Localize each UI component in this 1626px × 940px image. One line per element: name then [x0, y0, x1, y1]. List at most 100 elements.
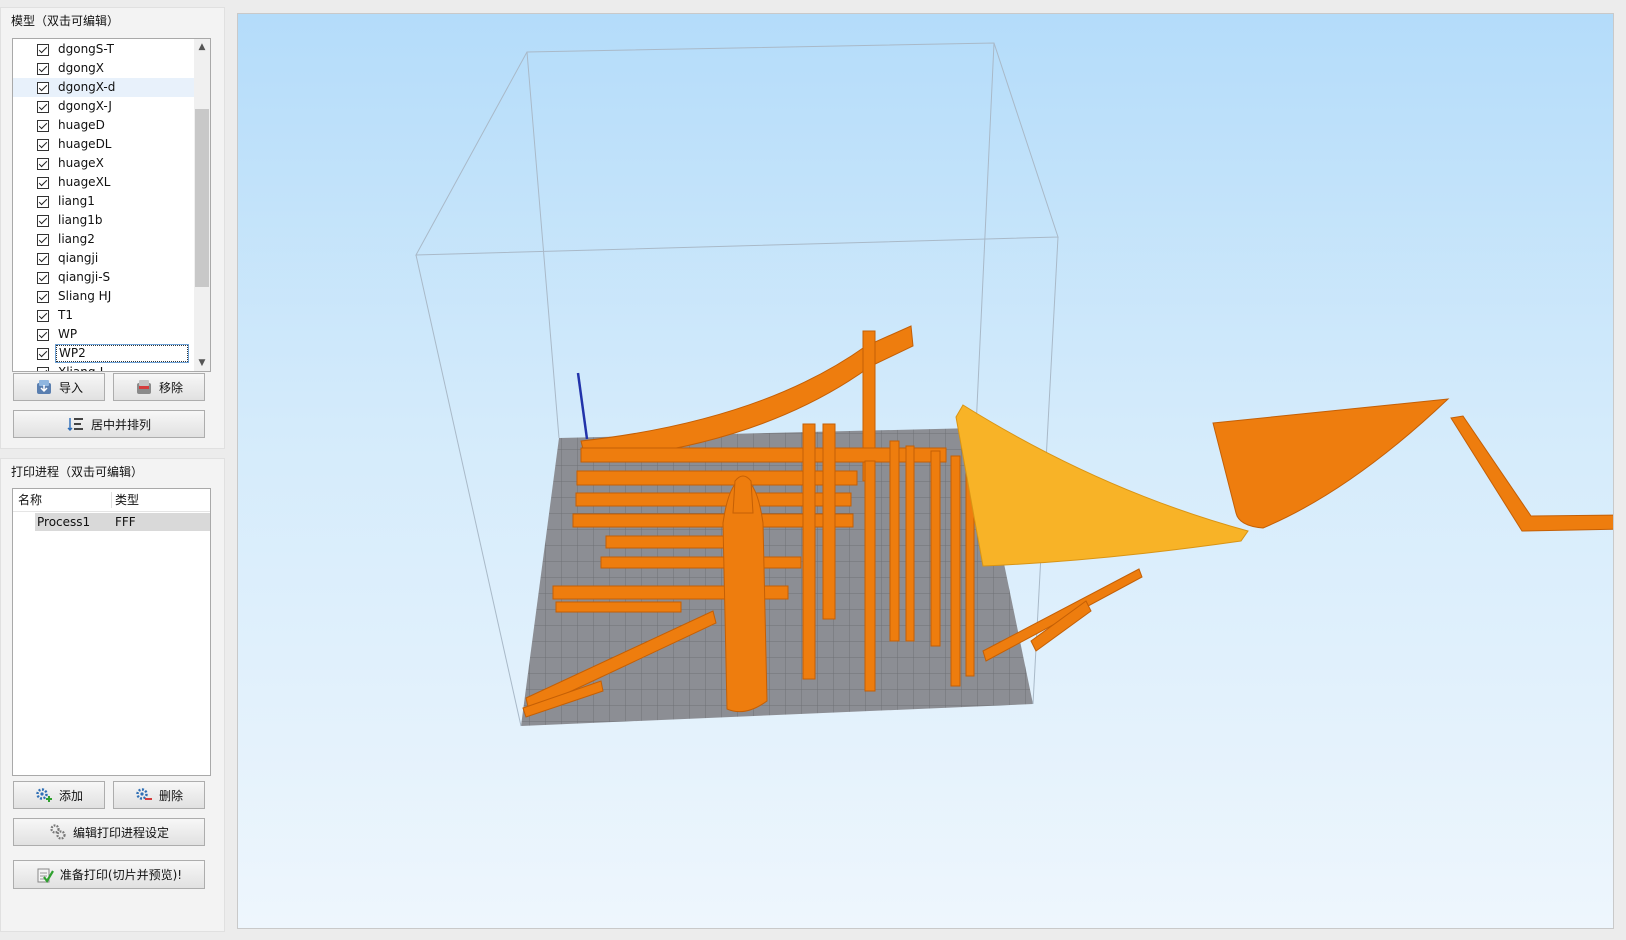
model-visible-checkbox[interactable]	[37, 214, 49, 227]
delete-process-button[interactable]: 删除	[113, 781, 205, 809]
center-arrange-button[interactable]: 居中并排列	[13, 410, 205, 438]
edit-process-settings-label: 编辑打印进程设定	[72, 825, 169, 840]
scroll-down-icon[interactable]: ▼	[194, 355, 210, 371]
horizontal-beam	[600, 556, 802, 569]
model-item[interactable]: T1	[13, 306, 196, 325]
roof-rafter-fan	[1212, 398, 1450, 529]
process-name-cell: Process1	[37, 515, 91, 529]
column-header-type[interactable]: 类型	[115, 489, 139, 511]
model-item[interactable]: qiangji-S	[13, 268, 196, 287]
model-item-label: liang2	[58, 232, 95, 246]
model-visible-checkbox[interactable]	[37, 100, 49, 113]
model-visible-checkbox[interactable]	[37, 157, 49, 170]
model-visible-checkbox[interactable]	[37, 366, 49, 371]
3d-viewport[interactable]	[237, 13, 1614, 929]
model-item[interactable]: liang2	[13, 230, 196, 249]
vertical-post	[802, 423, 816, 680]
model-item[interactable]: Sliang HJ	[13, 287, 196, 306]
model-item[interactable]: dgongX-d	[13, 78, 196, 97]
model-visible-checkbox[interactable]	[37, 138, 49, 151]
axis-indicator	[576, 372, 589, 440]
model-item-label: huageD	[58, 118, 105, 132]
scene[interactable]	[238, 14, 1614, 929]
model-visible-checkbox[interactable]	[37, 233, 49, 246]
model-item[interactable]: huageXL	[13, 173, 196, 192]
prepare-print-icon	[37, 868, 54, 883]
add-process-label: 添加	[58, 788, 83, 803]
model-item-label: Xliang-L	[58, 365, 107, 372]
pillar-finial	[732, 475, 754, 514]
model-visible-checkbox[interactable]	[37, 328, 49, 341]
model-item-label: WP2	[55, 344, 189, 363]
model-item[interactable]: dgongS-T	[13, 40, 196, 59]
model-visible-checkbox[interactable]	[37, 347, 49, 360]
model-visible-checkbox[interactable]	[37, 81, 49, 94]
arrange-icon	[67, 418, 83, 431]
prepare-print-button[interactable]: 准备打印(切片并预览)!	[13, 860, 205, 889]
model-item[interactable]: huageD	[13, 116, 196, 135]
model-list-scrollbar[interactable]: ▲ ▼	[194, 39, 210, 371]
model-item[interactable]: dgongX-J	[13, 97, 196, 116]
column-header-name[interactable]: 名称	[18, 489, 42, 511]
model-item-label: huageX	[58, 156, 104, 170]
round-pillar	[722, 478, 768, 713]
vertical-post	[864, 460, 876, 692]
process-table[interactable]: 名称 类型 Process1 FFF	[12, 488, 211, 776]
model-list[interactable]: dgongS-T dgongX dgongX-d dgongX-J huageD huag…	[12, 38, 211, 372]
import-button[interactable]: 导入	[13, 373, 105, 401]
settings-gears-icon	[50, 824, 66, 840]
import-button-label: 导入	[58, 380, 83, 395]
process-panel-title: 打印进程（双击可编辑）	[11, 465, 144, 479]
add-gear-icon	[36, 788, 52, 802]
model-visible-checkbox[interactable]	[37, 43, 49, 56]
model-item-label: WP	[58, 327, 78, 341]
model-item-label: T1	[58, 308, 73, 322]
model-visible-checkbox[interactable]	[37, 62, 49, 75]
model-visible-checkbox[interactable]	[37, 195, 49, 208]
prepare-print-label: 准备打印(切片并预览)!	[59, 868, 183, 882]
delete-gear-icon	[136, 788, 152, 800]
model-visible-checkbox[interactable]	[37, 176, 49, 189]
horizontal-beam	[605, 535, 727, 549]
model-visible-checkbox[interactable]	[37, 290, 49, 303]
model-visible-checkbox[interactable]	[37, 119, 49, 132]
model-item[interactable]: dgongX	[13, 59, 196, 78]
model-item-label: huageXL	[58, 175, 111, 189]
table-row[interactable]: Process1 FFF	[35, 513, 210, 531]
yellow-rafter-fan	[955, 404, 1249, 567]
remove-button[interactable]: 移除	[113, 373, 205, 401]
vertical-post	[889, 440, 900, 642]
vertical-post	[930, 450, 941, 647]
model-item-label: liang1b	[58, 213, 103, 227]
model-visible-checkbox[interactable]	[37, 271, 49, 284]
model-visible-checkbox[interactable]	[37, 252, 49, 265]
model-visible-checkbox[interactable]	[37, 309, 49, 322]
add-process-button[interactable]: 添加	[13, 781, 105, 809]
model-item[interactable]: huageX	[13, 154, 196, 173]
scroll-up-icon[interactable]: ▲	[194, 39, 210, 55]
column-divider[interactable]	[111, 492, 112, 508]
model-item[interactable]: liang1	[13, 192, 196, 211]
horizontal-beam	[555, 601, 682, 613]
process-table-header: 名称 类型	[13, 489, 210, 512]
delete-process-label: 删除	[158, 788, 183, 803]
process-type-cell: FFF	[115, 515, 136, 529]
model-item-label: dgongX	[58, 61, 105, 75]
model-item-label: qiangji	[58, 251, 99, 265]
model-item[interactable]: WP2	[13, 344, 196, 363]
model-item-label: dgongX-J	[58, 99, 112, 113]
scrollbar-thumb[interactable]	[195, 109, 209, 287]
model-item[interactable]: huageDL	[13, 135, 196, 154]
model-item[interactable]: WP	[13, 325, 196, 344]
model-panel: 模型（双击可编辑） dgongS-T dgongX dgongX-d dgongX-J…	[0, 7, 225, 449]
vertical-post	[905, 445, 915, 642]
model-item-label: Sliang HJ	[58, 289, 112, 303]
edit-process-settings-button[interactable]: 编辑打印进程设定	[13, 818, 205, 846]
model-item[interactable]: liang1b	[13, 211, 196, 230]
model-item[interactable]: qiangji	[13, 249, 196, 268]
model-item[interactable]: Xliang-L	[13, 363, 196, 372]
remove-icon	[136, 380, 151, 394]
bent-beam	[1450, 415, 1613, 532]
model-item-label: huageDL	[58, 137, 112, 151]
vertical-post	[950, 455, 961, 687]
